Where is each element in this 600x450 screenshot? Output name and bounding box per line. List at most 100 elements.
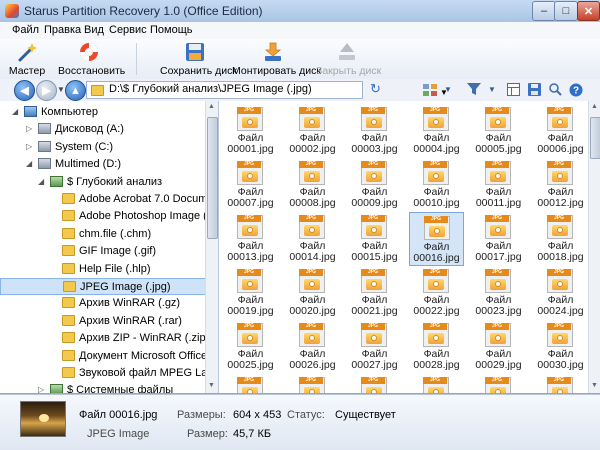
restore-button[interactable]: Восстановить (58, 39, 125, 79)
tree-item[interactable]: Adobe Acrobat 7.0 Document (. (0, 191, 218, 208)
tree-scrollbar[interactable]: ▲ ▼ (205, 101, 218, 393)
expand-icon[interactable]: ▷ (26, 142, 32, 151)
file-item[interactable]: JPG Файл 00008.jpg (285, 158, 340, 212)
file-item[interactable]: JPG Файл 00011.jpg (471, 158, 526, 212)
file-item[interactable]: JPG Файл 00002.jpg (285, 104, 340, 158)
grid-icon[interactable] (505, 82, 521, 97)
menu-help[interactable]: Помощь (150, 24, 193, 36)
tree-item[interactable]: ▷ $ Системные файлы (0, 382, 206, 393)
jpg-badge: JPG (485, 107, 509, 114)
tree-item[interactable]: GIF Image (.gif) (0, 243, 206, 260)
tree-item[interactable]: ▷ Дисковод (A:) (0, 121, 206, 138)
filter-icon[interactable] (466, 82, 482, 97)
tree-item[interactable]: Архив WinRAR (.gz) (0, 295, 206, 312)
file-item[interactable]: JPG Файл 00001.jpg (223, 104, 278, 158)
file-item[interactable]: JPG Файл 00016.jpg (409, 212, 464, 266)
filter-dropdown-icon[interactable]: ▼ (484, 82, 500, 97)
file-item[interactable]: JPG Файл 00030.jpg (533, 320, 588, 374)
file-item[interactable]: JPG Файл 00026.jpg (285, 320, 340, 374)
file-item[interactable]: JPG Файл 00021.jpg (347, 266, 402, 320)
file-item[interactable]: JPG Файл 00012.jpg (533, 158, 588, 212)
jpg-file-icon: JPG (361, 377, 387, 393)
tree-item[interactable]: Архив ZIP - WinRAR (.zip) (0, 330, 209, 347)
scroll-up-icon[interactable]: ▲ (591, 103, 598, 110)
collapse-icon[interactable]: ◢ (26, 159, 32, 168)
tree-item[interactable]: ◢ Multimed (D:) (0, 156, 206, 173)
file-item[interactable]: JPG (533, 374, 588, 393)
file-item[interactable]: JPG Файл 00010.jpg (409, 158, 464, 212)
file-item[interactable]: JPG Файл 00018.jpg (533, 212, 588, 266)
tree-item[interactable]: Help File (.hlp) (0, 261, 206, 278)
file-item[interactable]: JPG Файл 00017.jpg (471, 212, 526, 266)
refresh-icon[interactable]: ↻ (370, 81, 381, 97)
file-item[interactable]: JPG Файл 00020.jpg (285, 266, 340, 320)
collapse-icon[interactable]: ◢ (12, 107, 18, 116)
file-item[interactable]: JPG (285, 374, 340, 393)
tree-item[interactable]: ◢ Компьютер (0, 104, 206, 121)
file-item[interactable]: JPG (347, 374, 402, 393)
file-name-line2: 00023.jpg (475, 305, 522, 317)
file-item[interactable]: JPG Файл 00006.jpg (533, 104, 588, 158)
file-item[interactable]: JPG Файл 00019.jpg (223, 266, 278, 320)
view-dropdown-icon[interactable]: ▼ (440, 82, 456, 97)
tree-item[interactable]: ▷ System (C:) (0, 139, 206, 156)
files-scrollbar[interactable]: ▲ ▼ (588, 101, 600, 393)
wizard-button[interactable]: Мастер (6, 39, 48, 79)
file-item[interactable]: JPG Файл 00007.jpg (223, 158, 278, 212)
view-mode-icon[interactable] (422, 82, 438, 97)
file-item[interactable]: JPG (409, 374, 464, 393)
up-folder-button[interactable]: ▲ (65, 80, 86, 101)
scroll-down-icon[interactable]: ▼ (208, 382, 215, 389)
file-item[interactable]: JPG Файл 00003.jpg (347, 104, 402, 158)
tree-item[interactable]: Adobe Photoshop Image (.psd) (0, 208, 218, 225)
file-item[interactable]: JPG Файл 00027.jpg (347, 320, 402, 374)
collapse-icon[interactable]: ◢ (38, 177, 44, 186)
file-item[interactable]: JPG Файл 00014.jpg (285, 212, 340, 266)
save-icon[interactable] (526, 82, 542, 97)
tree-item[interactable]: chm.file (.chm) (0, 226, 206, 243)
close-disk-button[interactable]: Закрыть диск (316, 39, 381, 79)
scroll-up-icon[interactable]: ▲ (208, 103, 215, 110)
tree-item[interactable]: ◢ $ Глубокий анализ (0, 174, 206, 191)
forward-button[interactable]: ▶ (36, 80, 57, 101)
jpg-badge: JPG (424, 216, 448, 223)
expand-icon[interactable]: ▷ (38, 385, 44, 393)
help-icon[interactable]: ? (568, 82, 584, 97)
file-item[interactable]: JPG Файл 00004.jpg (409, 104, 464, 158)
file-item[interactable]: JPG Файл 00013.jpg (223, 212, 278, 266)
file-item[interactable]: JPG Файл 00022.jpg (409, 266, 464, 320)
history-dropdown-icon[interactable]: ▼ (57, 85, 65, 94)
file-item[interactable]: JPG (471, 374, 526, 393)
tree-item[interactable]: Документ Microsoft Office Wo (0, 348, 218, 365)
tree-item[interactable]: Звуковой файл MPEG Layer-3 (0, 365, 218, 382)
jpg-file-icon: JPG (299, 215, 325, 239)
file-item[interactable]: JPG Файл 00023.jpg (471, 266, 526, 320)
file-item[interactable]: JPG Файл 00015.jpg (347, 212, 402, 266)
path-field[interactable]: D:\$ Глубокий анализ\JPEG Image (.jpg) ▼ (86, 81, 448, 99)
file-item[interactable]: JPG Файл 00025.jpg (223, 320, 278, 374)
files-scroll-thumb[interactable] (590, 117, 600, 159)
search-icon[interactable] (547, 82, 563, 97)
file-item[interactable]: JPG Файл 00009.jpg (347, 158, 402, 212)
menu-service[interactable]: Сервис (109, 24, 147, 36)
mount-disk-button[interactable]: Монтировать диск (232, 39, 321, 79)
expand-icon[interactable]: ▷ (26, 124, 32, 133)
save-disk-button[interactable]: Сохранить диск (160, 39, 237, 79)
tree-item[interactable]: Архив WinRAR (.rar) (0, 313, 206, 330)
tree-item[interactable]: JPEG Image (.jpg) (0, 278, 206, 295)
maximize-button[interactable]: □ (554, 1, 578, 21)
menu-file[interactable]: Файл (12, 24, 39, 36)
menu-view[interactable]: Вид (84, 24, 104, 36)
jpg-badge: JPG (237, 161, 261, 168)
file-item[interactable]: JPG (223, 374, 278, 393)
menu-edit[interactable]: Правка (44, 24, 81, 36)
minimize-button[interactable]: ‒ (532, 1, 556, 21)
file-item[interactable]: JPG Файл 00005.jpg (471, 104, 526, 158)
back-button[interactable]: ◀ (14, 80, 35, 101)
file-item[interactable]: JPG Файл 00029.jpg (471, 320, 526, 374)
close-button[interactable]: ✕ (577, 1, 600, 21)
file-item[interactable]: JPG Файл 00028.jpg (409, 320, 464, 374)
file-item[interactable]: JPG Файл 00024.jpg (533, 266, 588, 320)
tree-scroll-thumb[interactable] (207, 117, 218, 239)
scroll-down-icon[interactable]: ▼ (591, 382, 598, 389)
